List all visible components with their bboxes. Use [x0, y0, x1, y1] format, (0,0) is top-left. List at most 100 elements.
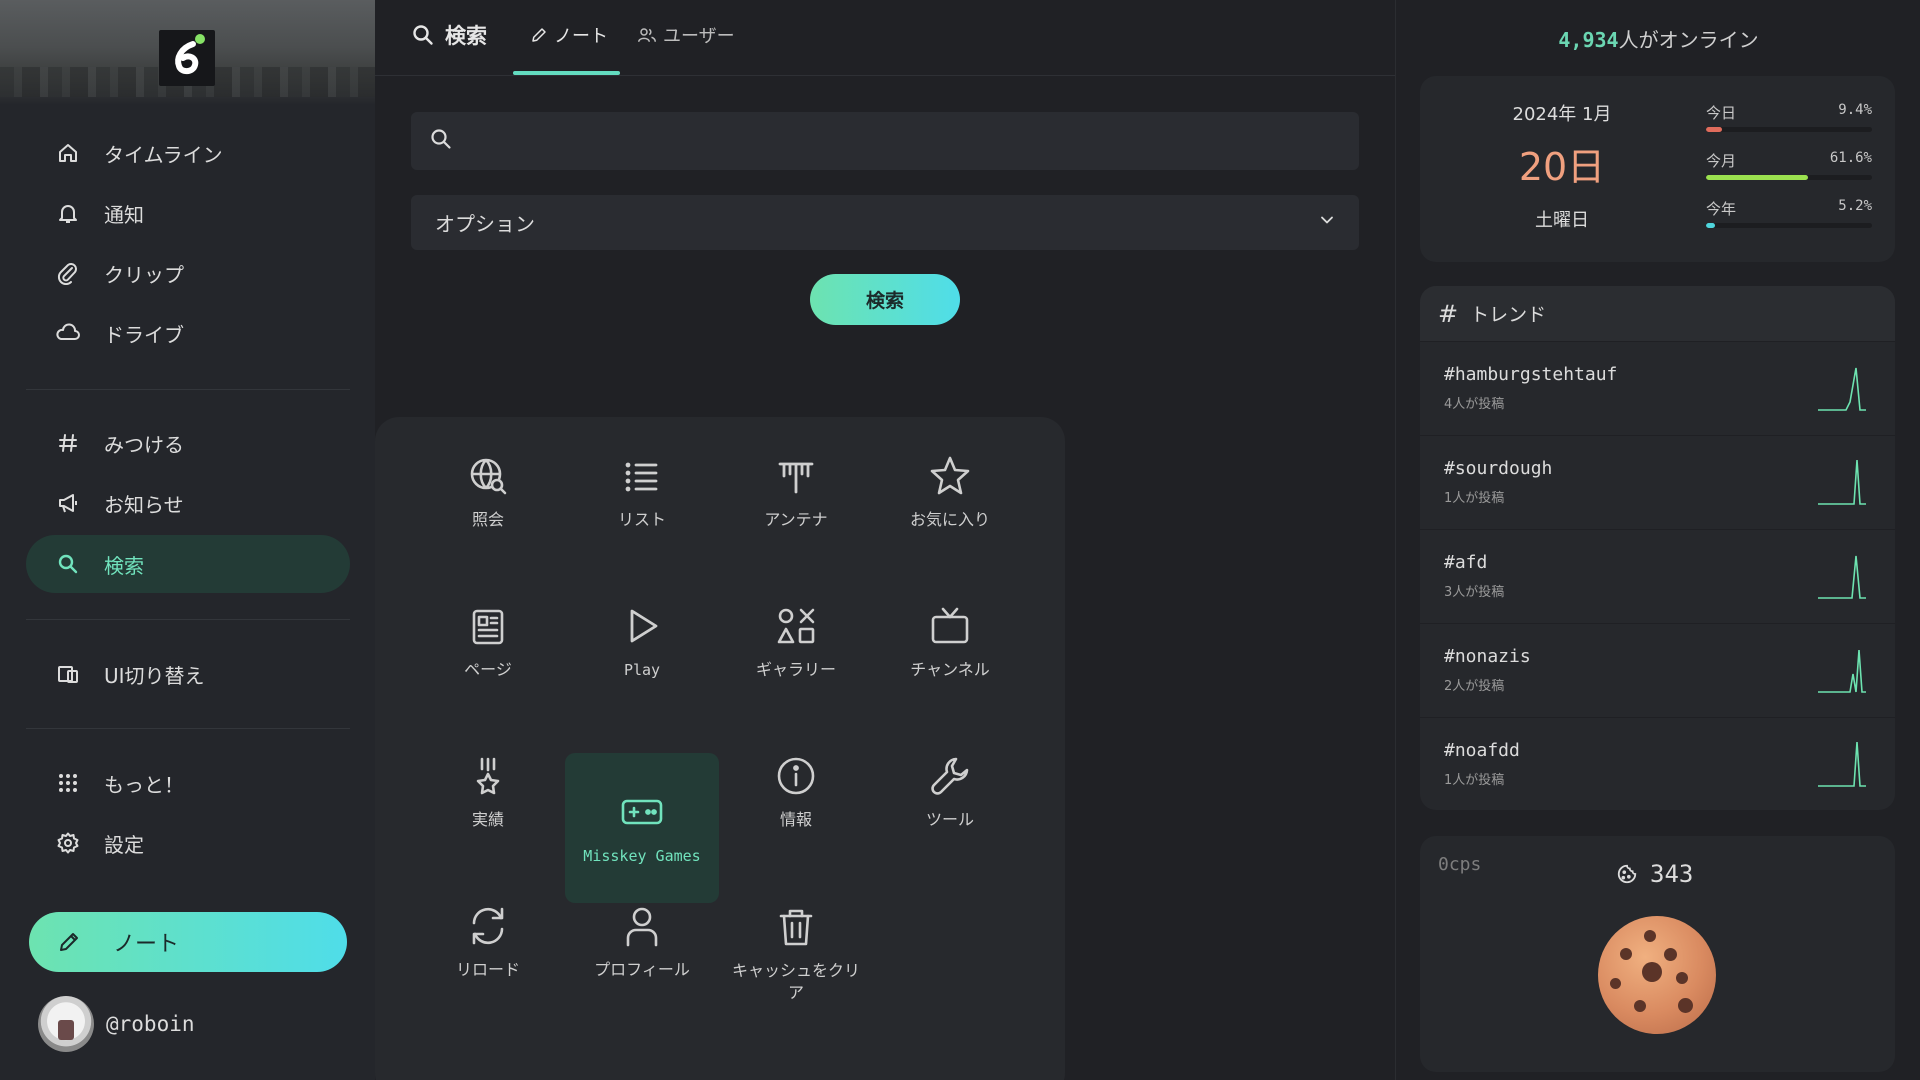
trend-count: 3人が投稿	[1444, 585, 1505, 600]
menu-item-label: Misskey Games	[583, 847, 701, 865]
instance-logo[interactable]	[159, 30, 215, 86]
search-icon	[429, 127, 453, 155]
options-dropdown[interactable]: オプション	[411, 195, 1359, 250]
antenna-icon	[773, 453, 819, 499]
sidebar-item-clips[interactable]: クリップ	[26, 244, 350, 302]
gear-icon	[54, 829, 82, 857]
menu-item-label: リロード	[455, 960, 520, 979]
pencil-icon	[530, 26, 548, 44]
calendar-weekday: 土曜日	[1535, 210, 1589, 231]
trends-widget: # トレンド #hamburgstehtauf 4人が投稿 #sourdough…	[1420, 286, 1895, 810]
menu-item-gallery[interactable]: ギャラリー	[719, 567, 873, 717]
sidebar-item-search[interactable]: 検索	[26, 535, 350, 593]
menu-item-lookup[interactable]: 照会	[411, 417, 565, 567]
cookie-button[interactable]	[1598, 916, 1716, 1034]
sidebar: タイムライン 通知 クリップ ドライブ みつける お知らせ 検索 UI切り替え …	[0, 0, 375, 1080]
menu-item-lists[interactable]: リスト	[565, 417, 719, 567]
progress-track	[1706, 223, 1872, 228]
sidebar-item-more[interactable]: もっと！	[26, 754, 350, 812]
online-users: 4,934人がオンライン	[1396, 24, 1920, 53]
cookie-chip	[1610, 978, 1621, 989]
menu-item-antennas[interactable]: アンテナ	[719, 417, 873, 567]
trends-header: # トレンド	[1420, 286, 1895, 341]
trend-tag[interactable]: #afd	[1444, 552, 1487, 573]
trend-tag[interactable]: #sourdough	[1444, 458, 1552, 479]
sidebar-item-explore[interactable]: みつける	[26, 414, 350, 472]
menu-item-favorites[interactable]: お気に入り	[873, 417, 1027, 567]
sidebar-item-timeline[interactable]: タイムライン	[26, 124, 350, 182]
pencil-icon	[57, 928, 85, 956]
sidebar-item-label: 検索	[104, 553, 144, 578]
trend-tag[interactable]: #noafdd	[1444, 740, 1520, 761]
trend-sparkline	[1818, 459, 1866, 505]
search-icon	[54, 550, 82, 578]
sidebar-item-notifications[interactable]: 通知	[26, 184, 350, 242]
trend-row[interactable]: #afd 3人が投稿	[1420, 529, 1895, 623]
trend-row[interactable]: #sourdough 1人が投稿	[1420, 435, 1895, 529]
cookie-count-value: 343	[1650, 860, 1694, 888]
sidebar-item-settings[interactable]: 設定	[26, 814, 350, 872]
cookie-clicker-widget: 0cps 343	[1420, 836, 1895, 1072]
instance-banner	[0, 0, 375, 105]
trend-sparkline	[1818, 649, 1866, 693]
trend-tag[interactable]: #hamburgstehtauf	[1444, 364, 1617, 385]
cloud-icon	[54, 319, 82, 347]
menu-item-label: ギャラリー	[755, 660, 836, 679]
info-icon	[773, 753, 819, 799]
online-suffix: 人がオンライン	[1618, 28, 1759, 52]
cookie-count: 343	[1616, 860, 1693, 888]
trend-count: 1人が投稿	[1444, 773, 1505, 788]
sidebar-item-ui-switch[interactable]: UI切り替え	[26, 645, 350, 703]
sidebar-item-label: タイムライン	[104, 142, 223, 167]
app-root: タイムライン 通知 クリップ ドライブ みつける お知らせ 検索 UI切り替え …	[0, 0, 1920, 1080]
search-input[interactable]	[467, 130, 1327, 152]
progress-percent: 9.4%	[1838, 102, 1872, 118]
search-button[interactable]: 検索	[810, 274, 960, 325]
post-note-button[interactable]: ノート	[29, 912, 347, 972]
menu-item-pages[interactable]: ページ	[411, 567, 565, 717]
active-tab-indicator	[513, 71, 620, 75]
avatar	[38, 996, 94, 1052]
menu-item-label: プロフィール	[594, 960, 690, 979]
search-field[interactable]	[411, 112, 1359, 170]
trend-sparkline	[1818, 741, 1866, 787]
progress-label: 今年	[1706, 200, 1737, 218]
trend-count: 1人が投稿	[1444, 491, 1505, 506]
menu-item-clear-cache[interactable]: キャッシュをクリア	[719, 879, 873, 1029]
bell-icon	[54, 199, 82, 227]
sidebar-item-label: クリップ	[104, 262, 184, 287]
sidebar-item-drive[interactable]: ドライブ	[26, 304, 350, 362]
menu-item-play[interactable]: Play	[565, 567, 719, 717]
cookie-chip	[1620, 948, 1632, 960]
trend-count: 2人が投稿	[1444, 679, 1505, 694]
menu-item-label: お気に入り	[909, 510, 990, 529]
menu-item-reload[interactable]: リロード	[411, 867, 565, 1017]
megaphone-icon	[54, 489, 82, 517]
menu-item-achievements[interactable]: 実績	[411, 717, 565, 867]
tab-users[interactable]: ユーザー	[637, 22, 735, 48]
tab-notes[interactable]: ノート	[530, 22, 608, 48]
sidebar-item-announcements[interactable]: お知らせ	[26, 474, 350, 532]
home-icon	[54, 139, 82, 167]
menu-item-channels[interactable]: チャンネル	[873, 567, 1027, 717]
hash-icon	[54, 429, 82, 457]
menu-item-about[interactable]: 情報	[719, 717, 873, 867]
trash-icon	[773, 904, 819, 950]
tab-label: ノート	[554, 26, 608, 47]
device-switch-icon	[54, 660, 82, 688]
calendar-year-month: 2024年 1月	[1512, 104, 1612, 125]
trend-tag[interactable]: #nonazis	[1444, 646, 1531, 667]
trend-row[interactable]: #noafdd 1人が投稿	[1420, 717, 1895, 810]
search-icon	[411, 23, 435, 47]
trend-row[interactable]: #nonazis 2人が投稿	[1420, 623, 1895, 717]
menu-item-tools[interactable]: ツール	[873, 717, 1027, 867]
menu-item-profile[interactable]: プロフィール	[565, 867, 719, 1017]
trend-row[interactable]: #hamburgstehtauf 4人が投稿	[1420, 341, 1895, 435]
account-menu[interactable]: @roboin	[38, 996, 195, 1052]
menu-item-label: ツール	[925, 810, 974, 829]
user-icon	[619, 903, 665, 949]
sidebar-item-label: 設定	[104, 832, 144, 857]
cookies-per-second: 0cps	[1438, 854, 1482, 875]
page-title-label: 検索	[445, 24, 487, 48]
right-widgets: 4,934人がオンライン 2024年 1月 20日 土曜日 今日 9.4% 今月…	[1395, 0, 1920, 1080]
